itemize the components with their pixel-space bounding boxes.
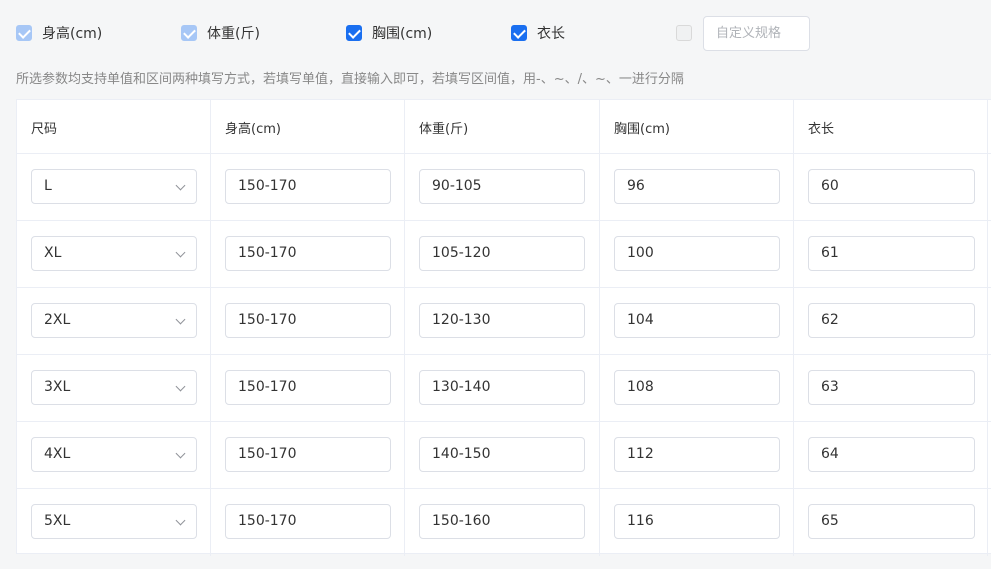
chest-input[interactable]: 100 [614,236,780,271]
checkbox-length-box[interactable] [511,25,527,41]
weight-input[interactable]: 105-120 [419,236,585,271]
chevron-down-icon [175,180,186,191]
table-header-row: 尺码 身高(cm) 体重(斤) 胸围(cm) 衣长 [17,100,991,154]
length-input[interactable]: 60 [808,169,975,204]
header-height: 身高(cm) [225,122,281,137]
chevron-down-icon [175,247,186,258]
header-length: 衣长 [808,122,835,137]
height-input[interactable]: 150-170 [225,236,391,271]
checkbox-height[interactable]: 身高(cm) [16,24,102,42]
weight-input[interactable]: 150-160 [419,504,585,539]
size-select-value: 4XL [44,446,71,462]
size-select[interactable]: 4XL [31,437,197,472]
height-input[interactable]: 150-170 [225,437,391,472]
checkbox-height-label: 身高(cm) [42,26,103,42]
checkbox-weight[interactable]: 体重(斤) [181,24,260,42]
table-row: L 150-170 90-105 96 60 [17,154,991,221]
weight-input[interactable]: 90-105 [419,169,585,204]
length-input[interactable]: 63 [808,370,975,405]
checkbox-length[interactable]: 衣长 [511,24,565,42]
chest-input[interactable]: 96 [614,169,780,204]
checkbox-weight-box[interactable] [181,25,197,41]
height-input[interactable]: 150-170 [225,370,391,405]
size-select-value: XL [44,245,62,261]
checkbox-custom[interactable] [676,24,702,42]
checkbox-length-label: 衣长 [537,26,565,42]
header-size: 尺码 [31,122,58,137]
chevron-down-icon [175,381,186,392]
size-select[interactable]: L [31,169,197,204]
length-input[interactable]: 61 [808,236,975,271]
size-table: 尺码 身高(cm) 体重(斤) 胸围(cm) 衣长 L 150-170 90-105… [16,99,991,556]
input-hint-text: 所选参数均支持单值和区间两种填写方式，若填写单值，直接输入即可，若填写区间值，用… [16,72,684,87]
chest-input[interactable]: 108 [614,370,780,405]
checkbox-chest-box[interactable] [346,25,362,41]
table-row: 5XL 150-170 150-160 116 65 [17,489,991,556]
weight-input[interactable]: 140-150 [419,437,585,472]
size-select[interactable]: 5XL [31,504,197,539]
height-input[interactable]: 150-170 [225,303,391,338]
chevron-down-icon [175,515,186,526]
chevron-down-icon [175,314,186,325]
size-select-value: 5XL [44,513,71,529]
chevron-down-icon [175,448,186,459]
checkbox-chest-label: 胸围(cm) [372,26,433,42]
size-select-value: 2XL [44,312,71,328]
size-select[interactable]: 3XL [31,370,197,405]
size-select-value: L [44,178,52,194]
checkbox-height-box[interactable] [16,25,32,41]
size-select[interactable]: 2XL [31,303,197,338]
weight-input[interactable]: 120-130 [419,303,585,338]
length-input[interactable]: 65 [808,504,975,539]
checkbox-chest[interactable]: 胸围(cm) [346,24,432,42]
length-input[interactable]: 62 [808,303,975,338]
size-select-value: 3XL [44,379,71,395]
height-input[interactable]: 150-170 [225,504,391,539]
height-input[interactable]: 150-170 [225,169,391,204]
header-chest: 胸围(cm) [614,122,670,137]
chest-input[interactable]: 104 [614,303,780,338]
table-row: 3XL 150-170 130-140 108 63 [17,355,991,422]
table-row: 4XL 150-170 140-150 112 64 [17,422,991,489]
custom-spec-input[interactable] [703,16,810,51]
checkbox-weight-label: 体重(斤) [207,26,260,42]
checkbox-custom-box[interactable] [676,25,692,41]
spec-options-bar: 身高(cm) 体重(斤) 胸围(cm) 衣长 [0,0,991,66]
chest-input[interactable]: 116 [614,504,780,539]
size-select[interactable]: XL [31,236,197,271]
weight-input[interactable]: 130-140 [419,370,585,405]
chest-input[interactable]: 112 [614,437,780,472]
header-weight: 体重(斤) [419,122,469,137]
table-row: 2XL 150-170 120-130 104 62 [17,288,991,355]
table-row: XL 150-170 105-120 100 61 [17,221,991,288]
length-input[interactable]: 64 [808,437,975,472]
